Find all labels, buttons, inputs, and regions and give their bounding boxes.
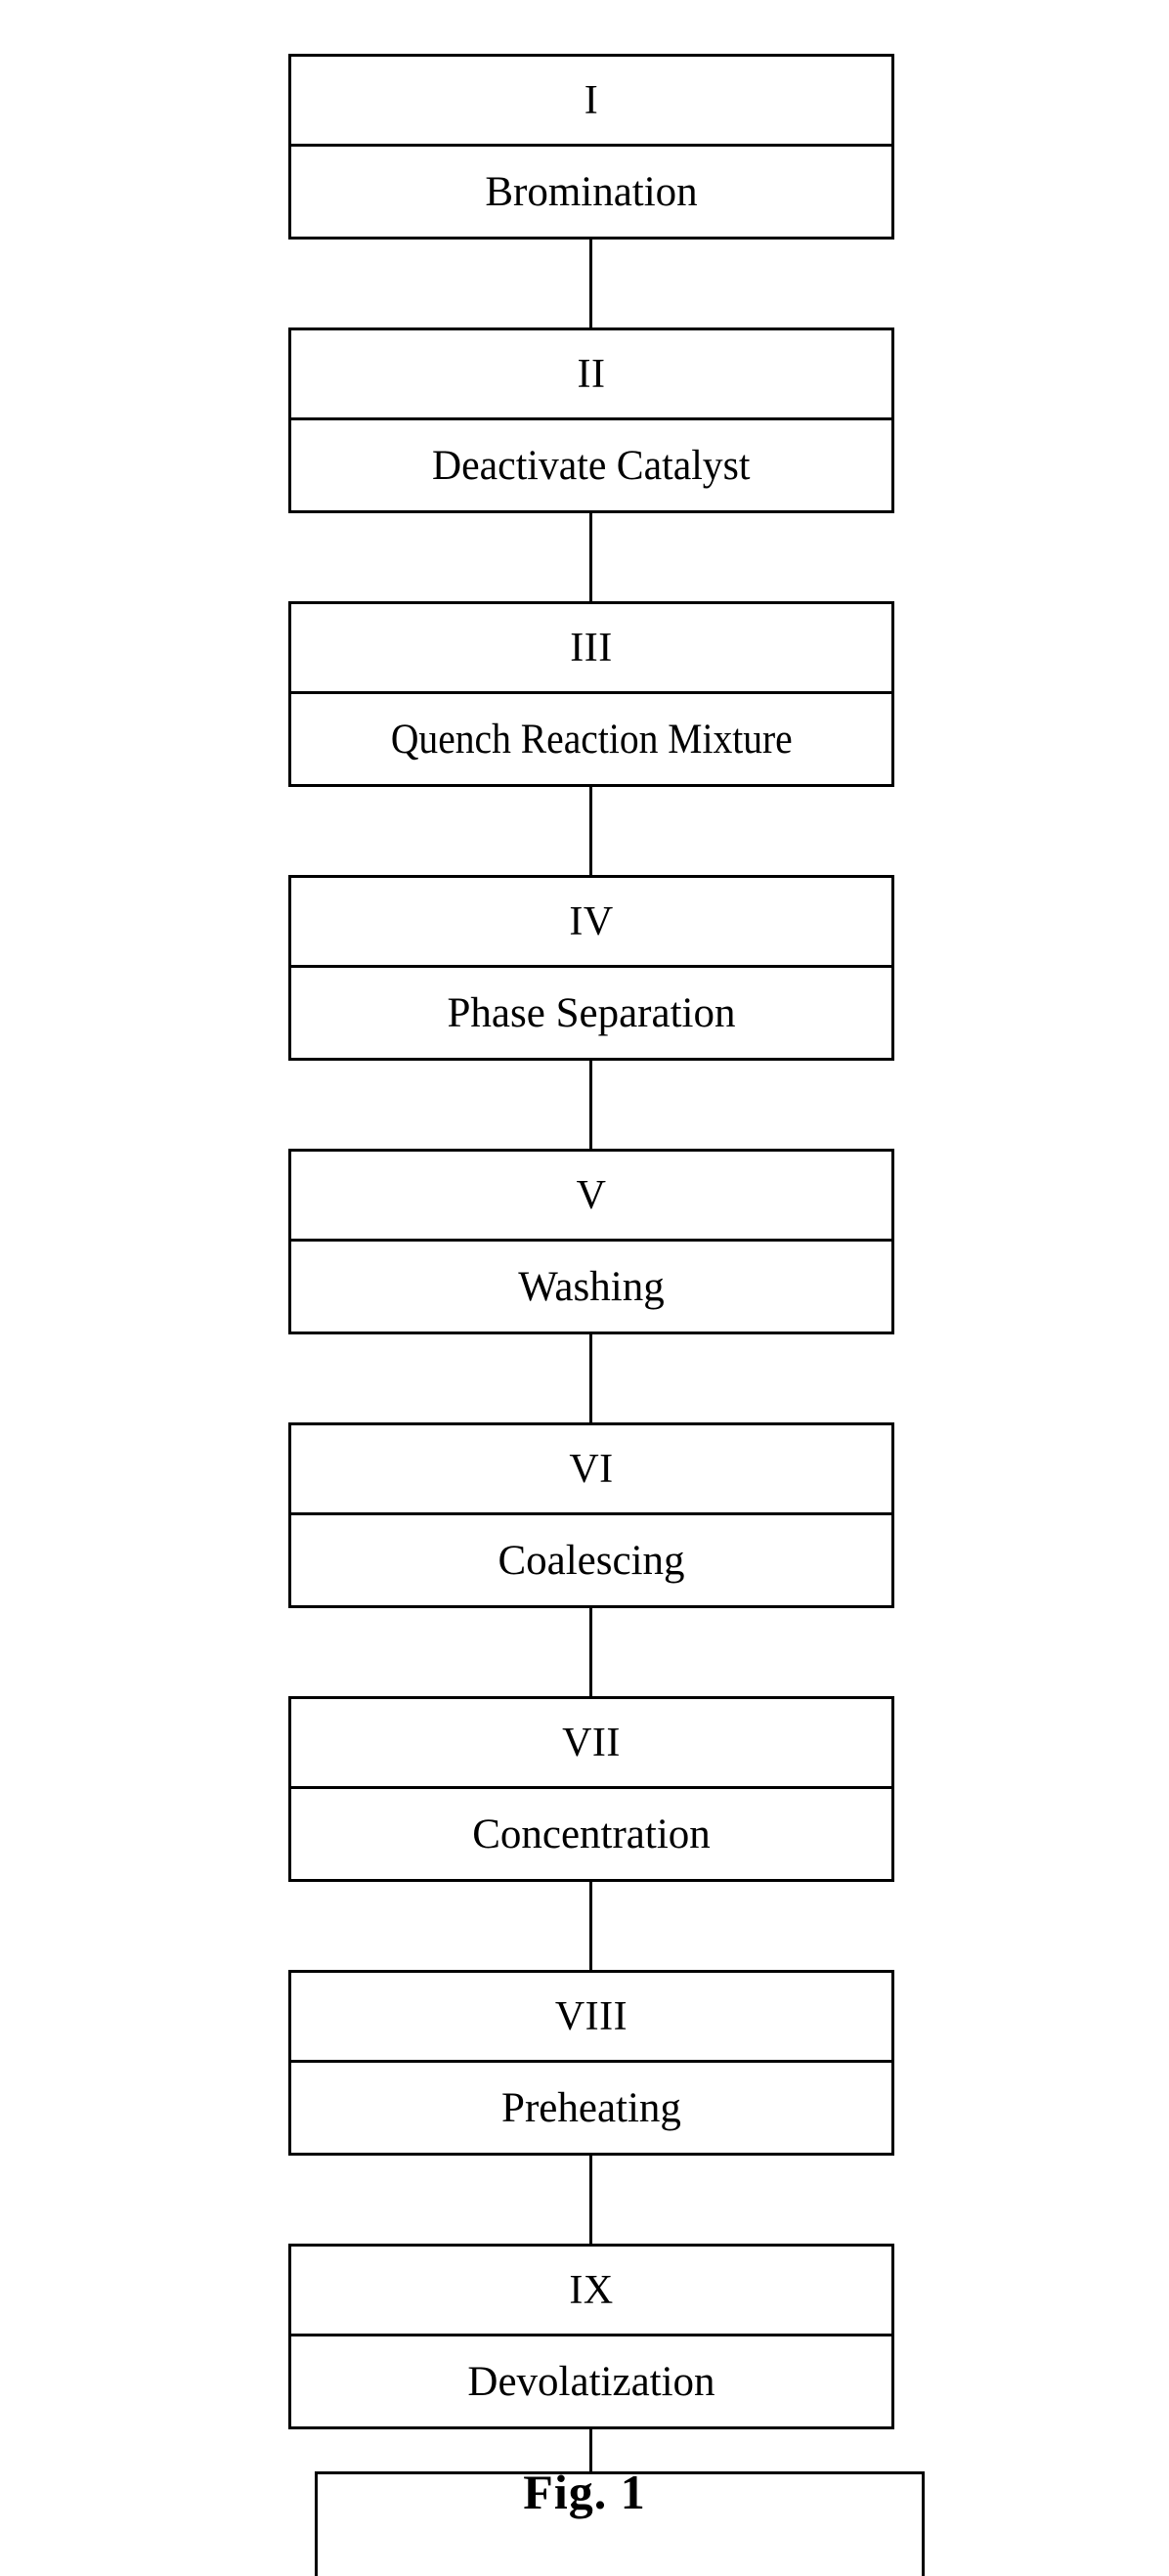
- process-step-label-6: Coalescing: [498, 1537, 685, 1584]
- process-step-id-5: V: [576, 1172, 607, 1218]
- process-step-box-4: IV Phase Separation: [288, 875, 894, 1061]
- connector-1-to-2: [589, 240, 592, 327]
- process-step-box-6: VI Coalescing: [288, 1422, 894, 1608]
- process-step-id-cell-4: IV: [291, 878, 891, 968]
- process-step-label-cell-8: Preheating: [291, 2063, 891, 2153]
- process-step-box-8: VIII Preheating: [288, 1970, 894, 2156]
- process-step-id-cell-1: I: [291, 57, 891, 147]
- process-step-id-cell-6: VI: [291, 1425, 891, 1515]
- process-step-box-7: VII Concentration: [288, 1696, 894, 1882]
- process-step-id-cell-2: II: [291, 330, 891, 420]
- process-step-label-cell-5: Washing: [291, 1242, 891, 1332]
- process-step-id-1: I: [584, 77, 599, 123]
- connector-6-to-7: [589, 1608, 592, 1696]
- process-step-label-cell-3: Quench Reaction Mixture: [291, 694, 891, 784]
- process-step-id-cell-5: V: [291, 1152, 891, 1242]
- connector-7-to-8: [589, 1882, 592, 1970]
- process-step-label-5: Washing: [518, 1263, 665, 1310]
- process-step-label-cell-7: Concentration: [291, 1789, 891, 1879]
- process-step-id-3: III: [570, 625, 613, 671]
- process-step-label-8: Preheating: [501, 2084, 681, 2131]
- process-step-id-2: II: [577, 351, 606, 397]
- process-step-label-1: Bromination: [485, 168, 698, 215]
- process-step-box-5: V Washing: [288, 1149, 894, 1334]
- process-step-id-6: VI: [569, 1446, 614, 1492]
- process-step-label-7: Concentration: [472, 1811, 711, 1857]
- process-step-label-cell-1: Bromination: [291, 147, 891, 237]
- process-step-box-2: II Deactivate Catalyst: [288, 327, 894, 513]
- connector-4-to-5: [589, 1061, 592, 1149]
- process-step-id-cell-9: IX: [291, 2247, 891, 2336]
- process-step-box-9: IX Devolatization: [288, 2244, 894, 2429]
- process-step-label-cell-4: Phase Separation: [291, 968, 891, 1058]
- process-step-label-4: Phase Separation: [447, 989, 736, 1036]
- process-step-id-cell-8: VIII: [291, 1973, 891, 2063]
- figure-caption: Fig. 1: [523, 2465, 646, 2519]
- connector-3-to-4: [589, 787, 592, 875]
- process-step-id-4: IV: [569, 898, 614, 944]
- process-step-label-3: Quench Reaction Mixture: [390, 716, 793, 763]
- process-step-id-cell-3: III: [291, 604, 891, 694]
- process-step-label-2: Deactivate Catalyst: [432, 442, 751, 489]
- figure-page: I Bromination II Deactivate Catalyst III…: [0, 0, 1169, 2576]
- process-step-id-9: IX: [569, 2267, 614, 2313]
- process-step-id-7: VII: [562, 1720, 621, 1766]
- process-step-label-cell-9: Devolatization: [291, 2336, 891, 2426]
- process-step-id-8: VIII: [554, 1993, 628, 2039]
- process-step-label-cell-6: Coalescing: [291, 1515, 891, 1605]
- connector-8-to-9: [589, 2156, 592, 2244]
- process-step-id-cell-7: VII: [291, 1699, 891, 1789]
- process-step-label-cell-2: Deactivate Catalyst: [291, 420, 891, 510]
- process-step-label-9: Devolatization: [467, 2358, 715, 2405]
- connector-5-to-6: [589, 1334, 592, 1422]
- process-step-box-3: III Quench Reaction Mixture: [288, 601, 894, 787]
- process-step-box-1: I Bromination: [288, 54, 894, 240]
- connector-2-to-3: [589, 513, 592, 601]
